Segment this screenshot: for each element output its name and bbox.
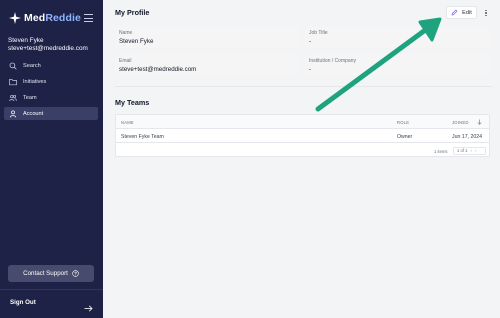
field-email: Email steve+test@medreddie.com (115, 54, 300, 76)
team-name-cell: Steven Fyke Team (121, 133, 164, 140)
column-header-role[interactable]: ROLE (397, 120, 409, 125)
edit-button[interactable]: Edit (446, 6, 477, 19)
field-label: Job Title (309, 30, 328, 36)
team-joined-cell: Jun 17, 2024 (452, 133, 482, 140)
sidebar-item-label: Account (23, 110, 44, 117)
field-name: Name Steven Fyke (115, 26, 300, 48)
field-value: - (309, 37, 312, 45)
sidebar-item-label: Search (23, 62, 41, 69)
help-circle-icon (72, 270, 79, 277)
section-title: My Teams (115, 98, 150, 107)
sparkle-logo-icon (9, 12, 21, 24)
field-value: Steven Fyke (119, 37, 154, 45)
more-vertical-icon[interactable] (483, 8, 489, 18)
section-divider (115, 86, 492, 87)
field-label: Email (119, 58, 132, 64)
folder-icon (9, 78, 17, 86)
column-header-name[interactable]: NAME (121, 120, 134, 125)
sort-arrow-icon[interactable] (477, 119, 482, 126)
edit-label: Edit (462, 9, 472, 16)
pencil-icon (451, 9, 458, 16)
chevron-left-icon[interactable]: ‹ (470, 148, 472, 153)
teams-table: NAME ROLE JOINED Steven Fyke Team Owner … (115, 114, 490, 157)
user-name: Steven Fyke (8, 37, 44, 44)
items-count: 1 items (434, 148, 448, 154)
user-email: steve+test@medreddie.com (8, 45, 88, 52)
users-icon (9, 94, 17, 102)
table-header: NAME ROLE JOINED (116, 115, 489, 129)
contact-support-label: Contact Support (23, 270, 68, 277)
sidebar: MedReddie Steven Fyke steve+test@medredd… (0, 0, 103, 318)
field-label: Institution / Company (309, 58, 356, 64)
field-value: - (309, 65, 312, 73)
logo[interactable]: MedReddie (9, 12, 81, 24)
sidebar-item-search[interactable]: Search (4, 59, 98, 72)
page-title: My Profile (115, 8, 150, 17)
sidebar-nav: Search Initiatives Team Account (4, 59, 98, 123)
sidebar-item-label: Initiatives (23, 78, 47, 85)
main-content: My Profile Edit Name Steven Fyke Job Tit… (103, 0, 500, 318)
pagination: 1 of 1 ‹ › (453, 146, 486, 155)
logo-text-prefix: Med (24, 12, 46, 24)
field-institution: Institution / Company - (305, 54, 490, 76)
arrow-right-icon[interactable] (84, 299, 93, 317)
sidebar-divider (0, 289, 103, 290)
field-job-title: Job Title - (305, 26, 490, 48)
sign-out-button[interactable]: Sign Out (10, 299, 36, 306)
column-header-joined[interactable]: JOINED (452, 120, 469, 125)
search-icon (9, 62, 17, 70)
menu-toggle-icon[interactable] (84, 14, 93, 22)
sidebar-item-team[interactable]: Team (4, 91, 98, 104)
field-label: Name (119, 30, 133, 36)
sidebar-item-initiatives[interactable]: Initiatives (4, 75, 98, 88)
logo-text: MedReddie (24, 12, 81, 24)
team-role-cell: Owner (397, 133, 413, 140)
sidebar-item-label: Team (23, 94, 37, 101)
person-icon (9, 110, 17, 118)
page-indicator: 1 of 1 (457, 148, 468, 153)
field-value: steve+test@medreddie.com (119, 65, 197, 73)
logo-text-suffix: Reddie (45, 12, 81, 24)
table-footer: 1 items 1 of 1 ‹ › (116, 144, 489, 157)
contact-support-button[interactable]: Contact Support (8, 265, 94, 282)
chevron-right-icon[interactable]: › (475, 148, 477, 153)
table-row[interactable]: Steven Fyke Team Owner Jun 17, 2024 (116, 129, 489, 143)
sidebar-item-account[interactable]: Account (4, 107, 98, 120)
